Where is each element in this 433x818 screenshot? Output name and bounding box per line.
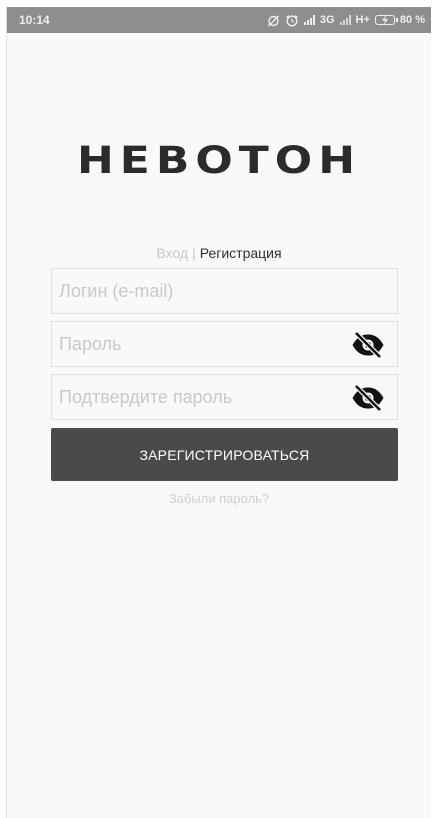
signal-icon (303, 15, 315, 25)
app-screen: 10:14 3G H+ 80 % НЕВОТОН Вход | Регистра… (7, 7, 431, 818)
tab-login[interactable]: Вход (156, 245, 188, 261)
status-bar: 10:14 3G H+ 80 % (7, 7, 431, 33)
confirm-visibility-toggle[interactable] (351, 383, 385, 413)
register-button[interactable]: ЗАРЕГИСТРИРОВАТЬСЯ (51, 428, 398, 481)
network-type-label-2: H+ (355, 14, 370, 26)
forgot-password-link[interactable]: Забыли пароль? (7, 491, 431, 506)
password-input[interactable] (52, 322, 397, 366)
status-icons: 3G H+ 80 % (267, 7, 425, 33)
auth-tabs: Вход | Регистрация (7, 244, 431, 262)
login-field (51, 268, 398, 314)
alarm-icon (285, 14, 298, 27)
brand-logo: НЕВОТОН (76, 138, 362, 183)
signal-icon-2 (339, 15, 351, 25)
battery-icon (374, 15, 398, 25)
network-type-label: 3G (319, 14, 335, 26)
alarm-off-icon (267, 15, 279, 26)
eye-off-icon (352, 331, 384, 359)
password-visibility-toggle[interactable] (351, 330, 385, 360)
password-field (51, 321, 398, 367)
battery-percent: 80 % (399, 14, 425, 26)
status-time: 10:14 (19, 13, 50, 27)
login-input[interactable] (52, 269, 397, 313)
tab-separator: | (192, 245, 196, 261)
confirm-password-input[interactable] (52, 375, 397, 419)
tab-register[interactable]: Регистрация (200, 245, 282, 261)
eye-off-icon (352, 384, 384, 412)
confirm-password-field (51, 374, 398, 420)
